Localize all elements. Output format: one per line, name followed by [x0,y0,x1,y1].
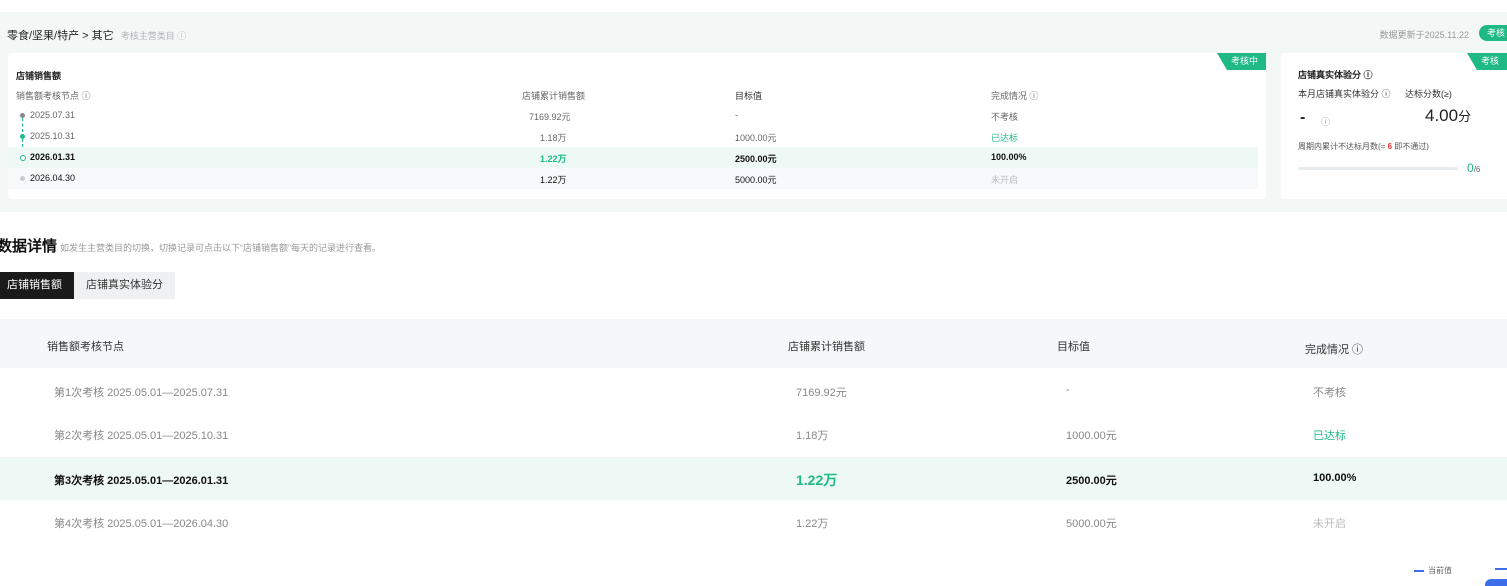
row-status: 100.00% [991,152,1027,162]
failed-months-count: 0/6 [1467,161,1481,175]
help-icon[interactable]: ⓘ [1321,115,1330,128]
tab-store-sales[interactable]: 店铺销售额 [0,272,74,299]
sales-card-title: 店铺销售额 [16,71,62,81]
cell-sales: 7169.92元 [796,387,847,399]
table-row[interactable]: 第1次考核 2025.05.01—2025.07.31 7169.92元 - 不… [0,369,1507,412]
cell-status: 未开启 [1313,518,1346,530]
row-target: 2500.00元 [735,154,777,164]
cell-period: 第3次考核 2025.05.01—2026.01.31 [54,475,229,487]
monthly-score-label: 本月店铺真实体验分 ⓘ [1298,89,1391,99]
details-section-title: 数据详情 如发生主营类目的切换，切换记录可点击以下“店铺销售额”每天的记录进行查看… [0,238,382,255]
cell-sales: 1.18万 [796,430,829,442]
col-sales: 店铺累计销售额 [522,91,586,101]
tab-experience-score[interactable]: 店铺真实体验分 [74,272,175,299]
row-sales: 1.22万 [540,175,567,185]
breadcrumb: 零食/坚果/特产 > 其它 考核主营类目 ⓘ [7,27,186,43]
row-sales: 1.22万 [540,154,567,164]
cell-sales: 1.22万 [796,472,838,488]
row-date: 2026.01.31 [30,152,76,162]
row-target: 5000.00元 [735,175,777,185]
col-target: 目标值 [735,91,763,101]
cell-period: 第2次考核 2025.05.01—2025.10.31 [54,430,229,442]
th-target: 目标值 [1057,341,1090,353]
row-status: 不考核 [991,112,1019,122]
sales-card-header: 销售额考核节点 ⓘ 店铺累计销售额 目标值 完成情况 ⓘ [8,84,1258,105]
experience-card-title: 店铺真实体验分 ⓘ [1298,70,1373,80]
experience-status-ribbon: 考核 [1466,53,1507,70]
row-date: 2026.04.30 [30,173,76,183]
threshold-score: 4.00分 [1425,106,1471,126]
cell-period: 第1次考核 2025.05.01—2025.07.31 [54,387,229,399]
sales-status-ribbon: 考核中 [1216,53,1266,70]
cell-target: - [1066,384,1070,396]
timeline-dot [20,113,25,118]
cell-period: 第4次考核 2025.05.01—2026.04.30 [54,518,229,530]
breadcrumb-category[interactable]: 零食/坚果/特产 > 其它 [7,30,114,42]
status-badge: 考核 [1478,25,1507,41]
sales-row: 2026.04.30 1.22万 5000.00元 未开启 [8,168,1258,189]
col-node: 销售额考核节点 ⓘ [16,91,91,101]
threshold-label: 达标分数(≥) [1405,89,1452,99]
failed-months-label: 周期内累计不达标月数(= 6 即不通过) [1298,142,1429,151]
details-table-header: 销售额考核节点 店铺累计销售额 目标值 完成情况 ⓘ [0,319,1507,368]
cell-status: 100.00% [1313,472,1357,484]
row-date: 2025.10.31 [30,131,76,141]
table-row[interactable]: 第2次考核 2025.05.01—2025.10.31 1.18万 1000.0… [0,412,1507,455]
legend-line-icon [1414,569,1424,572]
timeline-dot [20,155,26,161]
sales-row: 2025.10.31 1.18万 1000.00元 已达标 [8,126,1258,147]
cell-status: 不考核 [1313,387,1346,399]
cell-status: 已达标 [1313,430,1346,442]
cell-target: 1000.00元 [1066,430,1117,442]
monthly-score-value: - [1300,109,1306,126]
row-sales: 1.18万 [540,133,567,143]
chart-edge [1485,579,1507,586]
row-target: 1000.00元 [735,133,777,143]
row-status: 未开启 [991,175,1019,185]
row-status: 已达标 [991,133,1019,143]
threshold-unit: 分 [1458,109,1472,124]
timeline-dot [20,134,25,139]
sales-row: 2025.07.31 7169.92元 - 不考核 [8,105,1258,126]
chart-legend[interactable]: 当前值 [1414,565,1452,576]
table-row[interactable]: 第4次考核 2025.05.01—2026.04.30 1.22万 5000.0… [0,500,1507,543]
row-sales: 7169.92元 [529,112,571,122]
col-status: 完成情况 ⓘ [991,91,1039,101]
threshold-value: 4.00 [1425,106,1459,125]
sales-row-current: 2026.01.31 1.22万 2500.00元 100.00% [8,147,1258,168]
legend-line-icon [1495,568,1507,570]
timeline-dot [20,176,25,181]
row-date: 2025.07.31 [30,110,76,120]
experience-score-card: 考核 店铺真实体验分 ⓘ 本月店铺真实体验分 ⓘ 达标分数(≥) - ⓘ 4.0… [1281,53,1507,199]
th-node: 销售额考核节点 [47,341,124,353]
data-update-time: 数据更新于2025.11.22 [1379,30,1469,40]
cell-target: 5000.00元 [1066,518,1117,530]
cell-target: 2500.00元 [1066,475,1117,487]
cell-sales: 1.22万 [796,518,829,530]
row-target: - [735,110,738,120]
th-status: 完成情况 ⓘ [1305,344,1364,356]
table-row-current[interactable]: 第3次考核 2025.05.01—2026.01.31 1.22万 2500.0… [0,457,1507,500]
sales-card: 考核中 店铺销售额 销售额考核节点 ⓘ 店铺累计销售额 目标值 完成情况 ⓘ 2… [8,53,1266,199]
details-tabs: 店铺销售额 店铺真实体验分 [0,272,175,299]
breadcrumb-hint: 考核主营类目 ⓘ [120,31,187,41]
failed-months-progress [1298,167,1458,170]
details-note: 如发生主营类目的切换，切换记录可点击以下“店铺销售额”每天的记录进行查看。 [60,243,382,253]
th-sales: 店铺累计销售额 [788,341,865,353]
